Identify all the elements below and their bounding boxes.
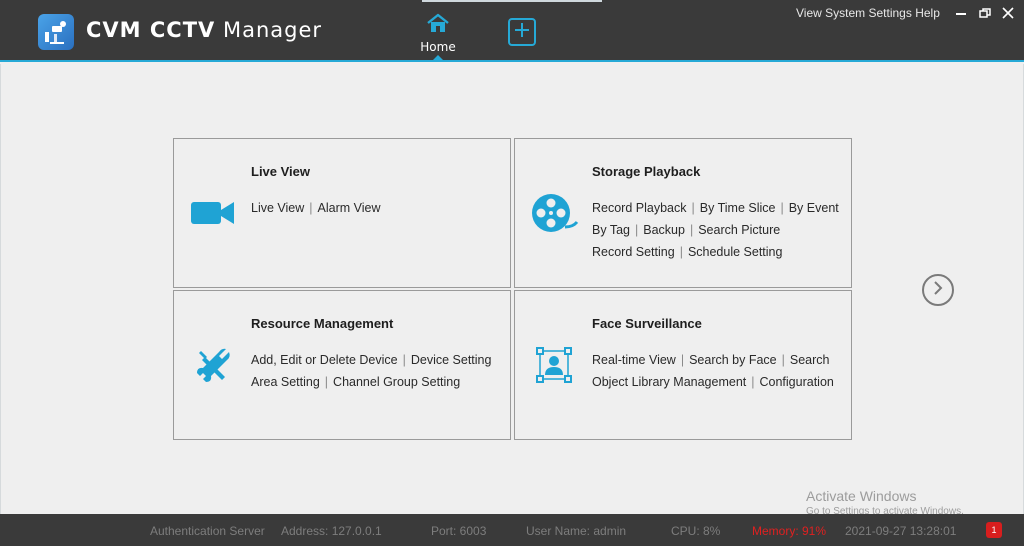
link-add-edit-delete-device[interactable]: Add, Edit or Delete Device [251,353,398,367]
link-by-event[interactable]: By Event [789,201,839,215]
app-title-bold: CVM CCTV [86,18,216,42]
link-separator: | [751,375,755,389]
close-button[interactable] [999,4,1017,22]
link-backup[interactable]: Backup [643,223,685,237]
title-bar: CVM CCTV Manager Home View System Settin… [0,0,1024,62]
panel-storage-playback-title: Storage Playback [592,164,701,179]
add-tab-button[interactable] [508,18,536,46]
link-separator: | [309,201,313,215]
link-record-setting[interactable]: Record Setting [592,245,675,259]
menu-view[interactable]: View [796,6,822,20]
panel-storage-playback[interactable]: Storage Playback Record Playback | By Time… [514,138,852,288]
panel-resource-management-links: Add, Edit or Delete Device | Device Settin… [251,349,491,393]
menu-system[interactable]: System [825,6,865,20]
link-configuration[interactable]: Configuration [760,375,834,389]
system-menu: View System Settings Help [796,6,940,20]
app-title-light: Manager [222,18,323,42]
panel-link-row: Record Playback | By Time Slice | By Event [592,197,839,219]
status-datetime: 2021-09-27 13:28:01 [845,524,957,538]
panel-link-row: Live View | Alarm View [251,197,381,219]
link-object-library-management[interactable]: Object Library Management [592,375,746,389]
panel-live-view-links: Live View | Alarm View [251,197,381,219]
panel-live-view-title: Live View [251,164,311,179]
menu-help[interactable]: Help [915,6,940,20]
link-separator: | [781,353,785,367]
link-search[interactable]: Search [790,353,830,367]
tools-icon [188,343,238,387]
link-alarm-view[interactable]: Alarm View [318,201,381,215]
alarm-notification-badge[interactable]: 1 [986,522,1002,538]
panel-link-row: Area Setting | Channel Group Setting [251,371,491,393]
home-main-area: Live View Live View | Alarm View Storage P… [0,64,1024,517]
minimize-icon [955,4,967,23]
link-separator: | [679,245,683,259]
restore-button[interactable] [976,4,994,22]
link-device-setting[interactable]: Device Setting [411,353,492,367]
status-address: Address: 127.0.0.1 [281,524,382,538]
title-bar-accent-line [0,60,1024,62]
panel-face-surveillance-links: Real-time View | Search by Face | Search Obj… [592,349,834,393]
plus-icon [514,22,530,42]
link-separator: | [680,353,685,367]
panel-face-surveillance[interactable]: Face Surveillance Real-time View | Search … [514,290,852,440]
link-search-by-face[interactable]: Search by Face [689,353,777,367]
link-channel-group-setting[interactable]: Channel Group Setting [333,375,460,389]
menu-settings[interactable]: Settings [869,6,912,20]
panel-link-row: By Tag | Backup | Search Picture [592,219,839,241]
status-bar: Authentication Server Address: 127.0.0.1… [0,514,1024,546]
link-separator: | [780,201,784,215]
link-separator: | [324,375,329,389]
panel-link-row: Real-time View | Search by Face | Search [592,349,834,371]
panel-resource-management-title: Resource Management [251,316,394,331]
link-live-view[interactable]: Live View [251,201,304,215]
panel-live-view[interactable]: Live View Live View | Alarm View [173,138,511,288]
panel-resource-management[interactable]: Resource Management Add, Edit or Delete … [173,290,511,440]
status-cpu: CPU: 8% [671,524,721,538]
app-title: CVM CCTV Manager [86,18,322,42]
chevron-right-icon [931,280,945,300]
app-logo-icon [38,14,74,50]
minimize-button[interactable] [952,4,970,22]
status-auth-server: Authentication Server [150,524,265,538]
face-recognition-icon [529,343,579,387]
next-page-button[interactable] [922,274,954,306]
panel-link-row: Object Library Management | Configuration [592,371,834,393]
link-by-tag[interactable]: By Tag [592,223,630,237]
status-user: User Name: admin [526,524,627,538]
home-icon [426,13,450,37]
tab-home[interactable]: Home [410,0,466,62]
activate-windows-title: Activate Windows [806,488,917,504]
link-separator: | [691,201,695,215]
link-schedule-setting[interactable]: Schedule Setting [688,245,783,259]
status-memory: Memory: 91% [752,524,827,538]
link-real-time-view[interactable]: Real-time View [592,353,676,367]
panel-storage-playback-links: Record Playback | By Time Slice | By Event B… [592,197,839,263]
link-area-setting[interactable]: Area Setting [251,375,320,389]
activate-windows-notice: Activate Windows Go to Settings to activ… [806,488,964,517]
link-separator: | [635,223,639,237]
tab-home-label: Home [420,40,456,54]
link-separator: | [689,223,694,237]
status-port: Port: 6003 [431,524,487,538]
link-search-picture[interactable]: Search Picture [698,223,780,237]
video-camera-icon [188,191,238,235]
link-separator: | [402,353,406,367]
panel-link-row: Record Setting | Schedule Setting [592,241,839,263]
restore-icon [979,4,991,23]
panel-link-row: Add, Edit or Delete Device | Device Settin… [251,349,491,371]
panel-face-surveillance-title: Face Surveillance [592,316,702,331]
link-by-time-slice[interactable]: By Time Slice [700,201,776,215]
link-record-playback[interactable]: Record Playback [592,201,687,215]
film-reel-icon [529,191,579,235]
close-icon [1002,4,1014,23]
